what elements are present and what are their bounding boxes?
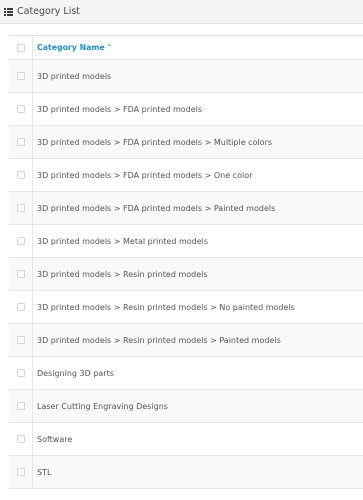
column-divider	[32, 291, 33, 323]
category-name-cell: Laser Cutting Engraving Designs	[37, 402, 168, 411]
column-divider	[32, 423, 33, 455]
panel-heading: Category List	[0, 0, 363, 24]
row-checkbox[interactable]	[17, 138, 25, 146]
row-checkbox[interactable]	[17, 402, 25, 410]
sort-ascending-icon: ^	[106, 44, 112, 51]
column-divider	[32, 93, 33, 125]
row-checkbox[interactable]	[17, 336, 25, 344]
category-name-cell: Designing 3D parts	[37, 369, 114, 378]
column-divider	[32, 390, 33, 422]
column-divider	[32, 126, 33, 158]
column-divider	[32, 456, 33, 488]
category-name-cell: 3D printed models > FDA printed models	[37, 105, 203, 114]
list-icon	[4, 7, 13, 16]
category-name-cell: 3D printed models	[37, 72, 112, 81]
column-divider	[32, 324, 33, 356]
table-row: 3D printed models	[9, 60, 363, 93]
row-checkbox[interactable]	[17, 237, 25, 245]
row-checkbox[interactable]	[17, 303, 25, 311]
table-row: 3D printed models > FDA printed models >…	[9, 192, 363, 225]
table-row: 3D printed models > Resin printed models	[9, 258, 363, 291]
table-row: Laser Cutting Engraving Designs	[9, 390, 363, 423]
category-table: Category Name ^ 3D printed models 3D print…	[9, 35, 363, 489]
select-all-checkbox[interactable]	[17, 44, 25, 52]
panel-title: Category List	[17, 6, 81, 17]
category-name-cell: 3D printed models > FDA printed models >…	[37, 204, 276, 213]
category-name-cell: 3D printed models > Resin printed models…	[37, 303, 295, 312]
row-checkbox[interactable]	[17, 468, 25, 476]
column-divider	[32, 192, 33, 224]
category-name-cell: 3D printed models > Resin printed models	[37, 270, 208, 279]
table-row: 3D printed models > Metal printed models	[9, 225, 363, 258]
table-row: 3D printed models > FDA printed models	[9, 93, 363, 126]
sort-category-name-link[interactable]: Category Name ^	[37, 36, 112, 60]
row-checkbox[interactable]	[17, 369, 25, 377]
category-name-cell: Software	[37, 435, 73, 444]
category-name-cell: STL	[37, 468, 52, 477]
row-checkbox[interactable]	[17, 204, 25, 212]
column-header-category-name[interactable]: Category Name	[37, 43, 105, 52]
table-row: 3D printed models > Resin printed models…	[9, 291, 363, 324]
row-checkbox[interactable]	[17, 72, 25, 80]
row-checkbox[interactable]	[17, 435, 25, 443]
row-checkbox[interactable]	[17, 171, 25, 179]
table-row: Software	[9, 423, 363, 456]
category-name-cell: 3D printed models > FDA printed models >…	[37, 138, 273, 147]
column-divider	[32, 159, 33, 191]
table-row: 3D printed models > FDA printed models >…	[9, 159, 363, 192]
column-divider	[32, 258, 33, 290]
category-name-cell: 3D printed models > Metal printed models	[37, 237, 209, 246]
row-checkbox[interactable]	[17, 270, 25, 278]
row-checkbox[interactable]	[17, 105, 25, 113]
category-name-cell: 3D printed models > Resin printed models…	[37, 336, 281, 345]
column-divider	[32, 36, 33, 59]
table-header-row: Category Name ^	[9, 36, 363, 60]
column-divider	[32, 357, 33, 389]
category-name-cell: 3D printed models > FDA printed models >…	[37, 171, 253, 180]
table-row: 3D printed models > Resin printed models…	[9, 324, 363, 357]
column-divider	[32, 60, 33, 92]
column-divider	[32, 225, 33, 257]
table-row: Designing 3D parts	[9, 357, 363, 390]
table-row: STL	[9, 456, 363, 489]
table-row: 3D printed models > FDA printed models >…	[9, 126, 363, 159]
